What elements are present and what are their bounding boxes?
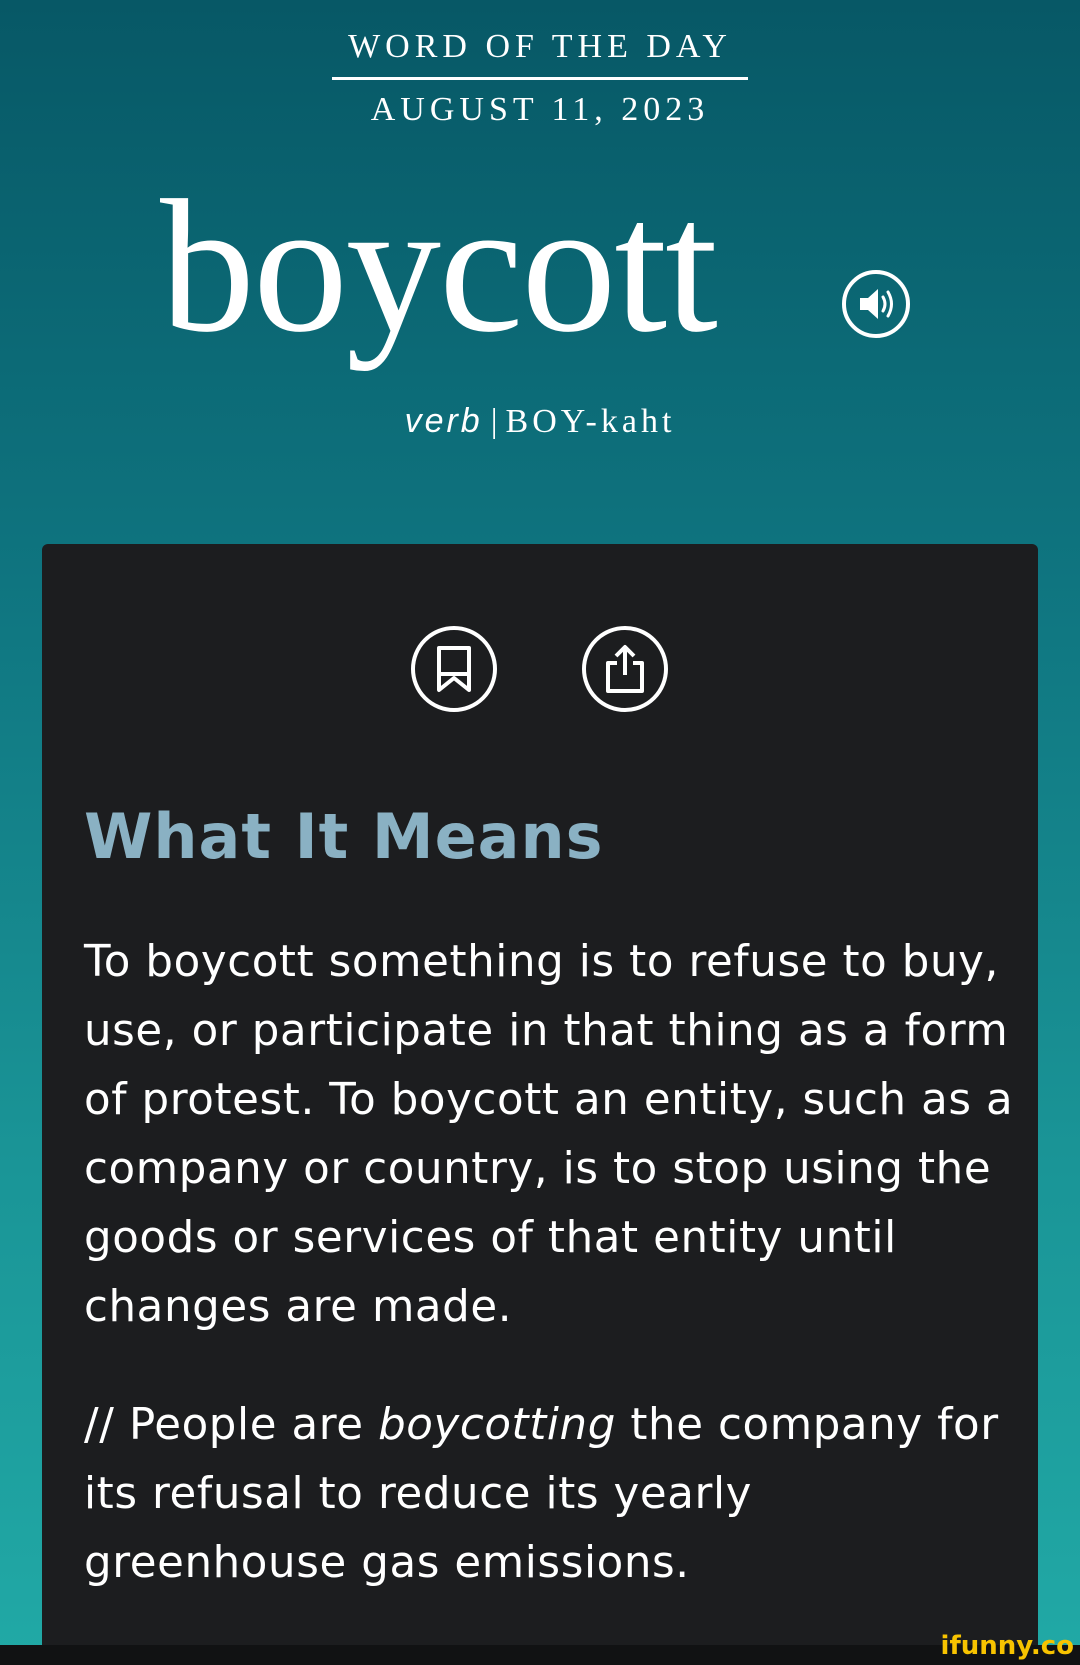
watermark-logo: ifunny.co: [940, 1631, 1074, 1661]
word-title: boycott: [160, 162, 718, 372]
example-emphasis: boycotting: [378, 1400, 616, 1450]
part-of-speech: verb: [404, 402, 483, 440]
bookmark-icon: [437, 646, 471, 692]
example-sentence: // People are boycotting the company for…: [84, 1391, 1014, 1598]
header-divider: [332, 77, 748, 80]
definition-text: To boycott something is to refuse to buy…: [84, 937, 1014, 1332]
speaker-icon-glyph: [860, 289, 893, 319]
date-label: AUGUST 11, 2023: [370, 91, 710, 128]
bookmark-button[interactable]: [411, 626, 497, 712]
pronunciation-line: verb | BOY-kaht: [0, 402, 1080, 441]
share-button[interactable]: [582, 626, 668, 712]
pronunciation-separator: |: [490, 403, 498, 440]
section-heading: What It Means: [84, 800, 604, 873]
pronunciation: BOY-kaht: [505, 403, 676, 440]
speaker-icon[interactable]: [842, 270, 910, 338]
share-icon: [606, 645, 644, 693]
bottom-bar: [0, 1645, 1080, 1665]
example-prefix: // People are: [84, 1400, 379, 1450]
word-of-the-day-label: WORD OF THE DAY: [348, 28, 732, 65]
